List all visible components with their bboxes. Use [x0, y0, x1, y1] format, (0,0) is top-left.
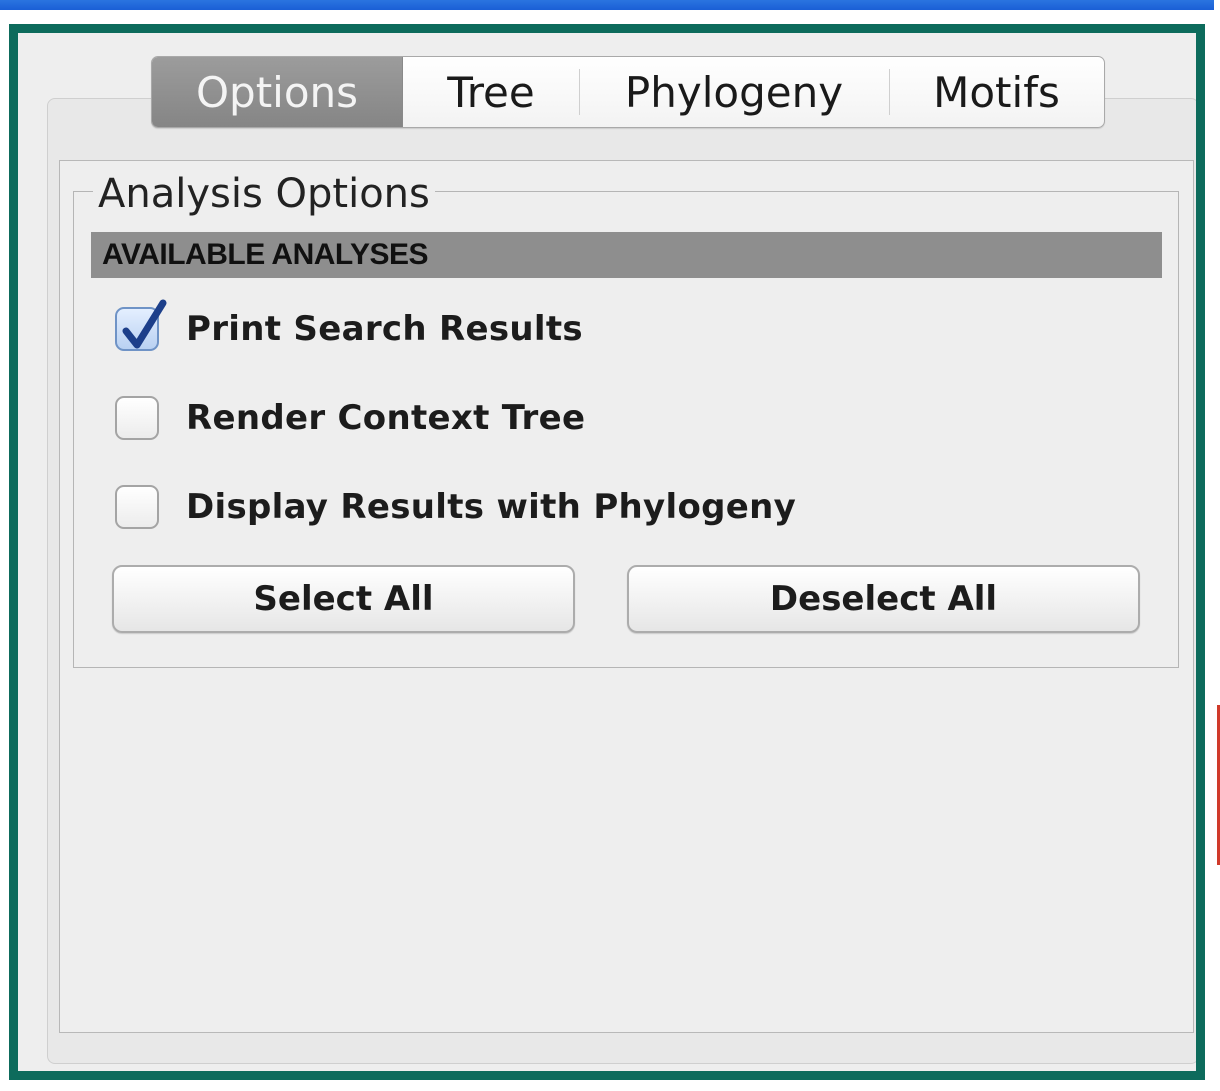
display-results-phylogeny-checkbox[interactable]: [115, 485, 159, 529]
deselect-all-button[interactable]: Deselect All: [627, 565, 1140, 633]
deselect-all-label: Deselect All: [769, 579, 998, 619]
display-results-phylogeny-option[interactable]: Display Results with Phylogeny: [115, 483, 796, 531]
tab-tree[interactable]: Tree: [403, 57, 579, 127]
tab-bar: Options Tree Phylogeny Motifs: [151, 56, 1105, 128]
render-context-tree-label: Render Context Tree: [186, 398, 586, 438]
tab-options[interactable]: Options: [152, 57, 403, 127]
print-search-results-label: Print Search Results: [186, 309, 583, 349]
title-bar-strip: [0, 0, 1214, 24]
analysis-options-title: Analysis Options: [93, 170, 435, 218]
display-results-phylogeny-label: Display Results with Phylogeny: [186, 487, 797, 527]
tab-phylogeny[interactable]: Phylogeny: [579, 57, 889, 127]
render-context-tree-checkbox[interactable]: [115, 396, 159, 440]
title-bar-gradient: [0, 0, 1214, 10]
tab-motifs[interactable]: Motifs: [889, 57, 1104, 127]
options-window: Options Tree Phylogeny Motifs Analysis O…: [9, 24, 1205, 1080]
checkmark-icon: [122, 299, 167, 349]
tab-phylogeny-label: Phylogeny: [624, 67, 844, 117]
select-all-button[interactable]: Select All: [112, 565, 575, 633]
render-context-tree-option[interactable]: Render Context Tree: [115, 394, 585, 442]
select-all-label: Select All: [253, 579, 434, 619]
print-search-results-checkbox[interactable]: [115, 299, 167, 351]
right-edge: [1214, 0, 1220, 1091]
print-search-results-option[interactable]: Print Search Results: [115, 299, 583, 353]
available-analyses-header: AVAILABLE ANALYSES: [91, 232, 1162, 278]
tab-motifs-label: Motifs: [933, 67, 1060, 117]
tab-tree-label: Tree: [447, 67, 535, 117]
tab-options-label: Options: [195, 67, 359, 117]
